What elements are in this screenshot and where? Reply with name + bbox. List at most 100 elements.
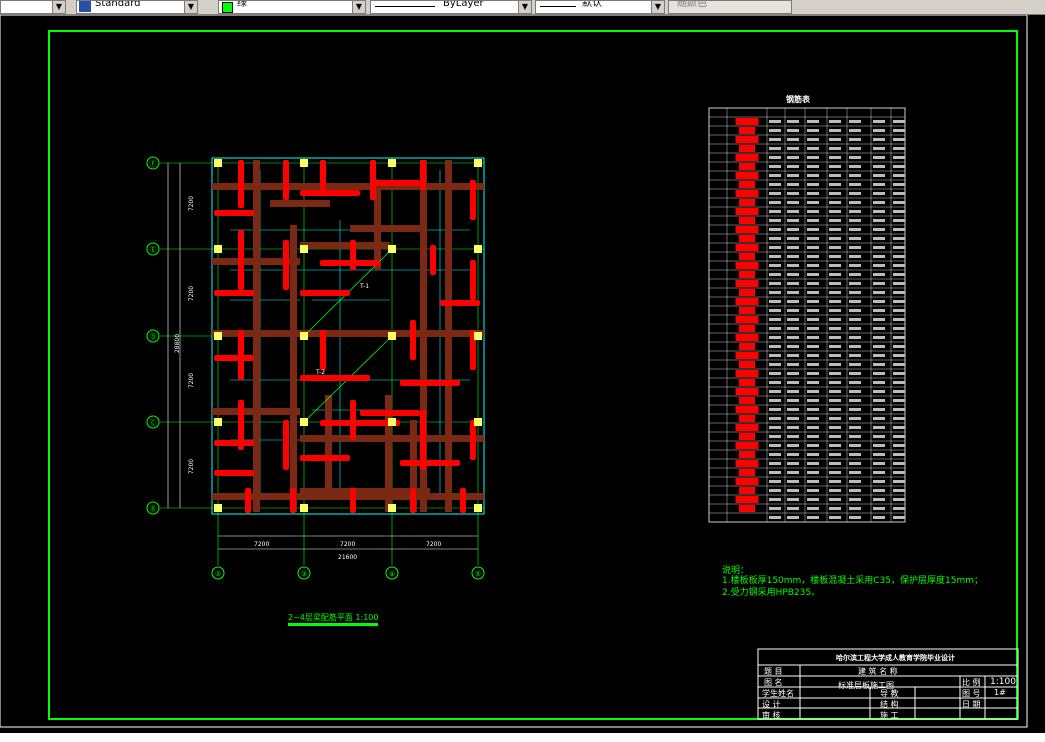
table-cell-text	[807, 210, 819, 213]
column	[474, 332, 482, 340]
rebar-shape	[739, 289, 755, 296]
color-combo[interactable]: 绿 ▼	[218, 0, 366, 14]
table-cell-text	[849, 435, 861, 438]
chevron-down-icon[interactable]: ▼	[518, 1, 531, 13]
table-cell-text	[807, 516, 819, 519]
table-cell-text	[829, 129, 841, 132]
table-cell-text	[893, 399, 905, 402]
grid-label-bottom: ③	[301, 570, 307, 578]
table-cell-text	[829, 201, 841, 204]
table-cell-text	[769, 516, 781, 519]
rebar-shape	[739, 181, 755, 188]
table-cell-text	[893, 516, 905, 519]
dim-vspan-2: 7200	[188, 285, 196, 302]
table-cell-text	[829, 138, 841, 141]
table-cell-text	[807, 255, 819, 258]
table-cell-text	[873, 381, 885, 384]
column	[474, 418, 482, 426]
table-cell-text	[769, 165, 781, 168]
rebar-mark	[320, 330, 326, 370]
beam	[445, 160, 452, 512]
rebar-mark	[320, 160, 326, 190]
chevron-down-icon[interactable]: ▼	[184, 1, 197, 13]
table-cell-text	[829, 399, 841, 402]
rebar-mark	[430, 245, 436, 275]
table-cell-text	[873, 516, 885, 519]
table-cell-text	[807, 498, 819, 501]
rebar-mark	[245, 488, 251, 513]
table-cell-text	[873, 417, 885, 420]
tb-student-label: 学生姓名	[762, 689, 794, 698]
rebar-mark	[283, 420, 289, 470]
rebar-mark	[470, 260, 476, 300]
grid-label-bottom: ②	[215, 570, 221, 578]
table-cell-text	[873, 156, 885, 159]
rebar-mark	[290, 488, 296, 513]
rebar-shape	[735, 388, 759, 395]
table-cell-text	[849, 300, 861, 303]
table-cell-text	[829, 273, 841, 276]
table-cell-text	[829, 480, 841, 483]
text-style-combo[interactable]: Standard ▼	[76, 0, 198, 14]
table-cell-text	[787, 228, 799, 231]
table-cell-text	[873, 318, 885, 321]
table-cell-text	[807, 336, 819, 339]
rebar-shape	[739, 145, 755, 152]
table-cell-text	[787, 201, 799, 204]
table-cell-text	[787, 138, 799, 141]
rebar-shape	[735, 262, 759, 269]
table-cell-text	[807, 165, 819, 168]
table-cell-text	[873, 480, 885, 483]
table-title: 钢筋表	[786, 95, 810, 104]
table-cell-text	[893, 498, 905, 501]
layer-combo[interactable]: ▼	[0, 0, 66, 14]
table-cell-text	[787, 219, 799, 222]
rebar-mark	[300, 455, 350, 461]
table-cell-text	[787, 471, 799, 474]
linetype-combo[interactable]: ByLayer ▼	[370, 0, 532, 14]
table-cell-text	[787, 498, 799, 501]
tb-construction-label: 施 工	[880, 711, 899, 720]
rebar-shape	[739, 307, 755, 314]
table-cell-text	[787, 309, 799, 312]
rebar-shape	[735, 118, 759, 125]
table-cell-text	[829, 372, 841, 375]
table-cell-text	[893, 318, 905, 321]
rebar-shape	[735, 352, 759, 359]
tb-drawing-label: 图 名	[764, 678, 783, 687]
table-cell-text	[873, 255, 885, 258]
table-cell-text	[829, 336, 841, 339]
table-cell-text	[829, 120, 841, 123]
table-cell-text	[807, 426, 819, 429]
cad-drawing[interactable]: ② ③ ④ ⑤ Ⓕ Ⓔ Ⓓ Ⓒ Ⓑ	[0, 15, 1045, 733]
table-cell-text	[769, 246, 781, 249]
table-cell-text	[787, 129, 799, 132]
table-cell-text	[807, 237, 819, 240]
drawing-canvas[interactable]: ② ③ ④ ⑤ Ⓕ Ⓔ Ⓓ Ⓒ Ⓑ 钢筋表 2~4层梁配筋平面 1:100 说明： 1.楼板板厚…	[0, 15, 1045, 733]
chevron-down-icon[interactable]: ▼	[352, 1, 365, 13]
table-cell-text	[849, 381, 861, 384]
table-cell-text	[787, 237, 799, 240]
tb-scale-label: 比 例	[962, 678, 981, 687]
rebar-mark	[300, 375, 370, 381]
table-cell-text	[849, 183, 861, 186]
rebar-mark	[360, 410, 420, 416]
table-cell-text	[829, 147, 841, 150]
floor-plan: ② ③ ④ ⑤ Ⓕ Ⓔ Ⓓ Ⓒ Ⓑ	[146, 156, 485, 580]
command-line[interactable]	[0, 733, 1045, 742]
rebar-mark	[283, 240, 289, 290]
table-cell-text	[849, 138, 861, 141]
tb-scale-value: 1:100	[990, 677, 1016, 687]
table-cell-text	[787, 318, 799, 321]
linetype-value: ByLayer	[443, 0, 484, 9]
rebar-shape	[735, 280, 759, 287]
chevron-down-icon[interactable]: ▼	[651, 1, 664, 13]
dim-vtotal: 28800	[174, 333, 182, 354]
grid-label-left: Ⓑ	[150, 505, 157, 513]
lineweight-combo[interactable]: 默认 ▼	[535, 0, 665, 14]
chevron-down-icon[interactable]: ▼	[52, 1, 65, 13]
table-cell-text	[849, 390, 861, 393]
table-cell-text	[807, 264, 819, 267]
table-cell-text	[807, 453, 819, 456]
table-cell-text	[807, 444, 819, 447]
